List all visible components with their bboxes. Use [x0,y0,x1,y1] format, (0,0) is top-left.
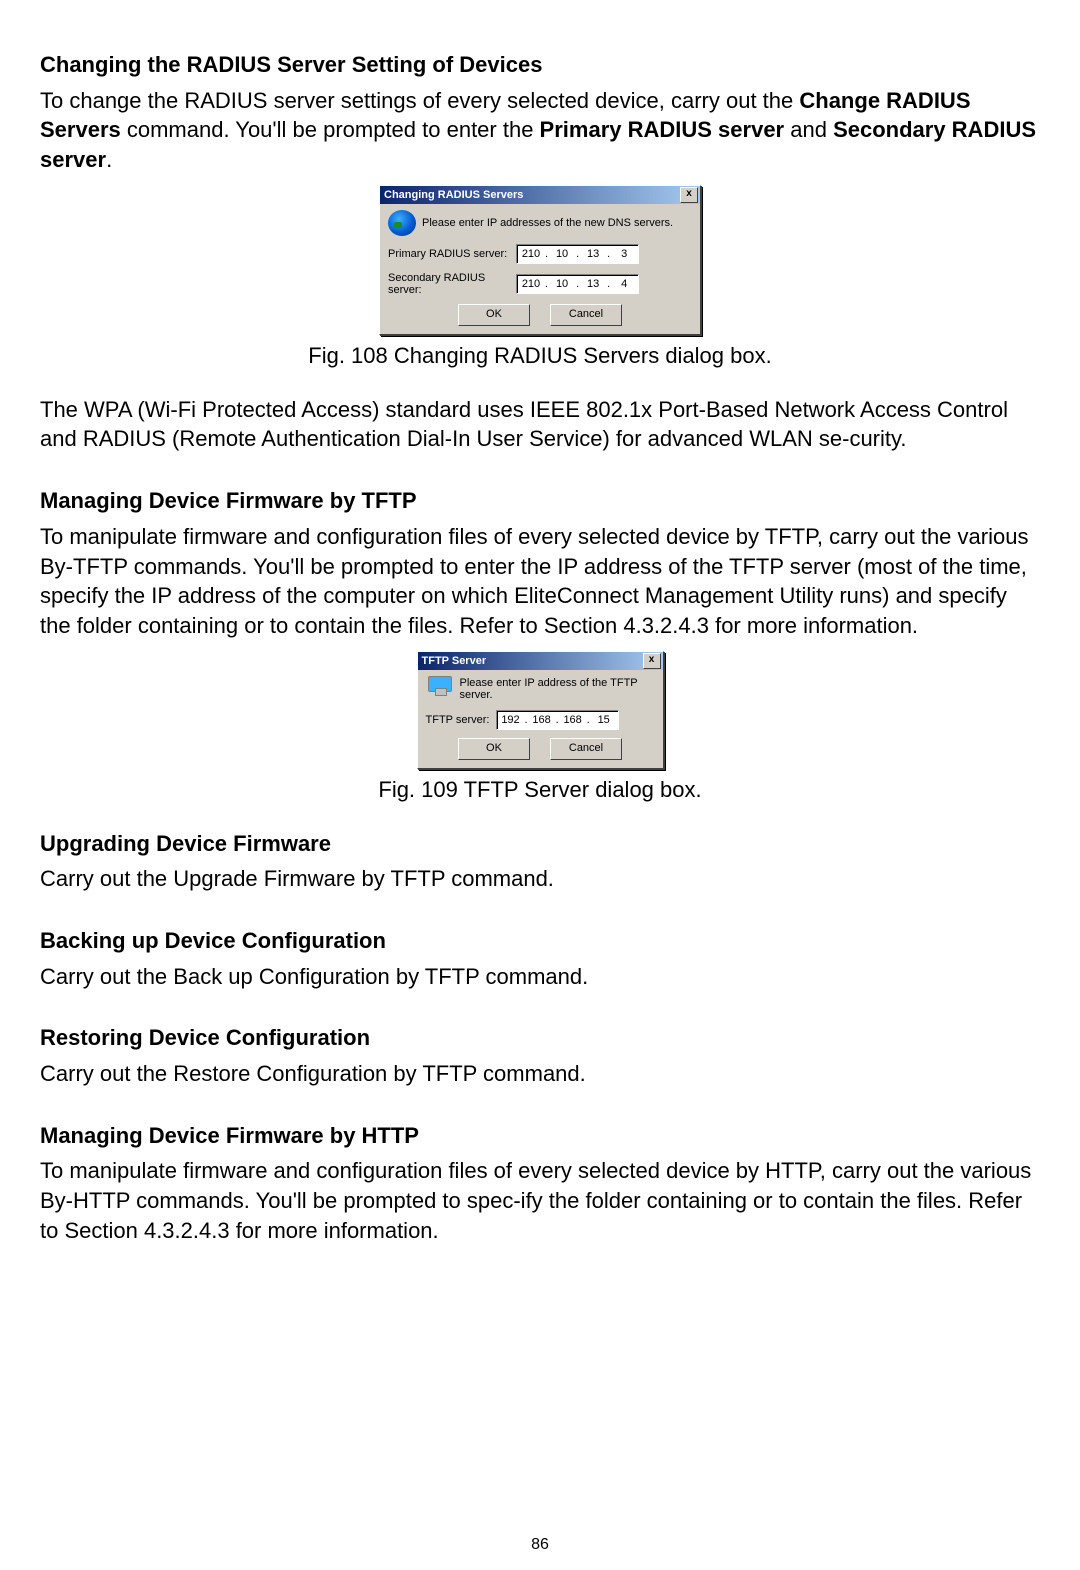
figure-108-caption: Fig. 108 Changing RADIUS Servers dialog … [308,343,771,369]
ip-dot: . [554,714,561,726]
figure-108: Changing RADIUS Servers x Please enter I… [40,185,1040,369]
text: command. You'll be prompted to enter the [121,117,540,142]
ip-dot: . [574,278,581,290]
paragraph-backup: Carry out the Back up Configuration by T… [40,962,1040,992]
close-icon[interactable]: x [680,187,698,203]
ip-octet[interactable]: 10 [550,278,574,290]
dialog-body: Please enter IP address of the TFTP serv… [418,670,663,768]
paragraph-manage-tftp: To manipulate firmware and configuration… [40,522,1040,641]
figure-109: TFTP Server x Please enter IP address of… [40,651,1040,803]
dialog-body: Please enter IP addresses of the new DNS… [380,204,700,334]
heading-backup: Backing up Device Configuration [40,926,1040,956]
text: and [784,117,833,142]
cancel-button[interactable]: Cancel [550,738,622,760]
page-number: 86 [0,1536,1080,1554]
figure-109-caption: Fig. 109 TFTP Server dialog box. [378,777,701,803]
ip-dot: . [585,714,592,726]
ip-dot: . [543,248,550,260]
ip-dot: . [543,278,550,290]
document-page: Changing the RADIUS Server Setting of De… [0,0,1080,1570]
paragraph-change-radius: To change the RADIUS server settings of … [40,86,1040,175]
ip-octet[interactable]: 210 [519,248,543,260]
heading-restore: Restoring Device Configuration [40,1023,1040,1053]
dialog-prompt: Please enter IP address of the TFTP serv… [460,677,655,701]
text: To change the RADIUS server settings of … [40,88,799,113]
ip-octet[interactable]: 210 [519,278,543,290]
dialog-title: TFTP Server [422,655,487,667]
close-icon[interactable]: x [643,653,661,669]
cancel-button[interactable]: Cancel [550,304,622,326]
ip-octet[interactable]: 3 [612,248,636,260]
ip-octet[interactable]: 192 [499,714,523,726]
ip-octet[interactable]: 4 [612,278,636,290]
radius-dialog: Changing RADIUS Servers x Please enter I… [379,185,701,335]
ip-dot: . [605,278,612,290]
heading-change-radius: Changing the RADIUS Server Setting of De… [40,50,1040,80]
ip-octet[interactable]: 13 [581,248,605,260]
text-bold: Primary RADIUS server [540,117,785,142]
ip-octet[interactable]: 10 [550,248,574,260]
ip-dot: . [574,248,581,260]
paragraph-restore: Carry out the Restore Configuration by T… [40,1059,1040,1089]
dialog-titlebar: Changing RADIUS Servers x [380,186,700,204]
heading-upgrade: Upgrading Device Firmware [40,829,1040,859]
ip-octet[interactable]: 15 [592,714,616,726]
ok-button[interactable]: OK [458,738,530,760]
ip-octet[interactable]: 168 [561,714,585,726]
tftp-server-ip-input[interactable]: 192 . 168 . 168 . 15 [496,710,619,730]
text: . [106,147,112,172]
dialog-titlebar: TFTP Server x [418,652,663,670]
heading-manage-http: Managing Device Firmware by HTTP [40,1121,1040,1151]
secondary-radius-ip-input[interactable]: 210 . 10 . 13 . 4 [516,274,639,294]
globe-icon [388,210,416,236]
secondary-radius-label: Secondary RADIUS server: [388,272,516,296]
server-icon [426,676,454,702]
paragraph-wpa: The WPA (Wi-Fi Protected Access) standar… [40,395,1040,454]
ip-octet[interactable]: 168 [530,714,554,726]
tftp-server-label: TFTP server: [426,714,496,726]
heading-manage-tftp: Managing Device Firmware by TFTP [40,486,1040,516]
ok-button[interactable]: OK [458,304,530,326]
ip-dot: . [523,714,530,726]
primary-radius-label: Primary RADIUS server: [388,248,516,260]
dialog-title: Changing RADIUS Servers [384,189,523,201]
paragraph-upgrade: Carry out the Upgrade Firmware by TFTP c… [40,864,1040,894]
ip-octet[interactable]: 13 [581,278,605,290]
tftp-dialog: TFTP Server x Please enter IP address of… [417,651,664,769]
paragraph-manage-http: To manipulate firmware and configuration… [40,1156,1040,1245]
ip-dot: . [605,248,612,260]
dialog-prompt: Please enter IP addresses of the new DNS… [422,217,673,229]
primary-radius-ip-input[interactable]: 210 . 10 . 13 . 3 [516,244,639,264]
